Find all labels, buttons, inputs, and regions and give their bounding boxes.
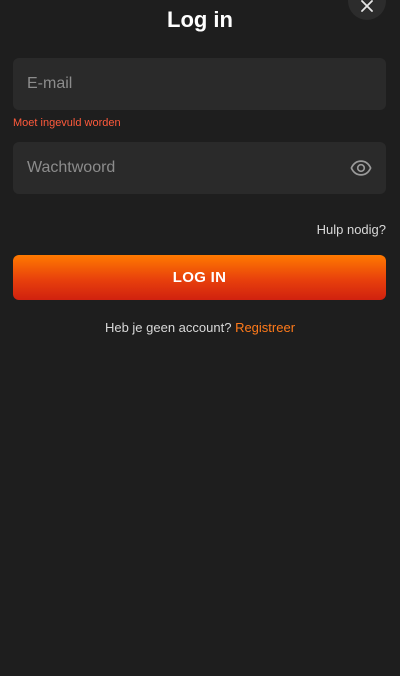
password-input[interactable] xyxy=(13,142,386,194)
register-prompt: Heb je geen account? xyxy=(104,320,236,335)
email-field-container xyxy=(13,58,386,110)
help-link[interactable]: Hulp nodig? xyxy=(317,222,386,238)
login-button[interactable]: LOG IN xyxy=(13,255,386,300)
login-page: Log in Moet ingevuld worden Hulp nodig? … xyxy=(0,0,400,676)
register-link[interactable]: Registreer xyxy=(235,320,295,335)
page-title: Log in xyxy=(167,7,233,32)
email-error-message: Moet ingevuld worden xyxy=(13,117,121,129)
register-line: Heb je geen account? Registreer xyxy=(0,320,400,336)
password-field-container xyxy=(13,142,386,194)
show-password-toggle[interactable] xyxy=(350,157,372,179)
email-input[interactable] xyxy=(13,58,386,110)
eye-icon xyxy=(350,160,372,176)
close-icon xyxy=(361,0,373,12)
